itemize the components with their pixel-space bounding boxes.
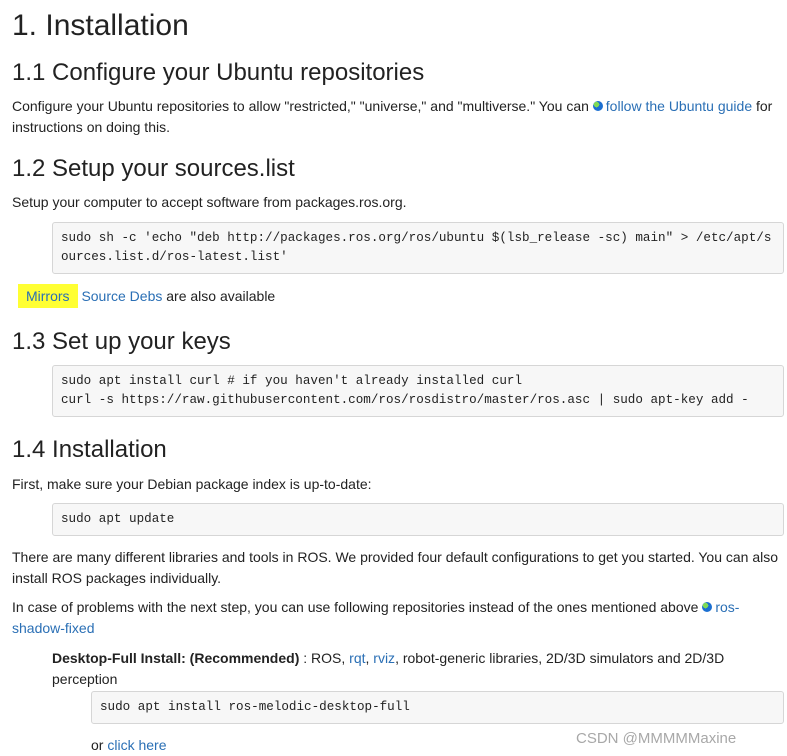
- desktop-sep: : ROS,: [299, 650, 350, 666]
- section-1-4-text: First, make sure your Debian package ind…: [12, 476, 372, 492]
- section-1-2-text: Setup your computer to accept software f…: [12, 194, 407, 210]
- mirrors-line: Mirrors Source Debs are also available: [18, 283, 275, 309]
- keys-code[interactable]: sudo apt install curl # if you haven't a…: [52, 365, 784, 417]
- globe-icon: [702, 602, 713, 612]
- rqt-link[interactable]: rqt: [349, 650, 365, 666]
- ubuntu-guide-link[interactable]: follow the Ubuntu guide: [606, 98, 752, 114]
- apt-update-code[interactable]: sudo apt update: [52, 503, 784, 536]
- click-here-link[interactable]: click here: [107, 737, 166, 753]
- shadow-fixed-text: In case of problems with the next step, …: [12, 599, 703, 615]
- section-1-1-paragraph: Configure your Ubuntu repositories to al…: [12, 96, 782, 138]
- or-click-here-line: or click here: [91, 735, 166, 756]
- desktop-full-code[interactable]: sudo apt install ros-melodic-desktop-ful…: [91, 691, 784, 724]
- libraries-paragraph: There are many different libraries and t…: [12, 549, 779, 586]
- desktop-full-paragraph: Desktop-Full Install: (Recommended) : RO…: [52, 648, 752, 690]
- mirrors-link[interactable]: Mirrors: [18, 284, 78, 308]
- shadow-fixed-paragraph: In case of problems with the next step, …: [12, 597, 754, 639]
- or-text: or: [91, 737, 108, 753]
- page-title: 1. Installation: [12, 9, 189, 42]
- section-1-2-title: 1.2 Setup your sources.list: [12, 155, 295, 182]
- section-1-1-title: 1.1 Configure your Ubuntu repositories: [12, 59, 425, 86]
- section-1-3-title: 1.3 Set up your keys: [12, 328, 231, 355]
- source-debs-link[interactable]: Source Debs: [81, 288, 162, 304]
- rviz-link[interactable]: rviz: [373, 650, 395, 666]
- globe-icon: [592, 101, 603, 111]
- watermark: CSDN @MMMMMaxine: [576, 730, 737, 747]
- sources-list-code[interactable]: sudo sh -c 'echo "deb http://packages.ro…: [52, 222, 784, 274]
- also-available-text: are also available: [162, 288, 276, 304]
- section-1-1-text: Configure your Ubuntu repositories to al…: [12, 98, 593, 114]
- section-1-4-title: 1.4 Installation: [12, 436, 167, 463]
- desktop-full-label: Desktop-Full Install: (Recommended): [52, 650, 300, 666]
